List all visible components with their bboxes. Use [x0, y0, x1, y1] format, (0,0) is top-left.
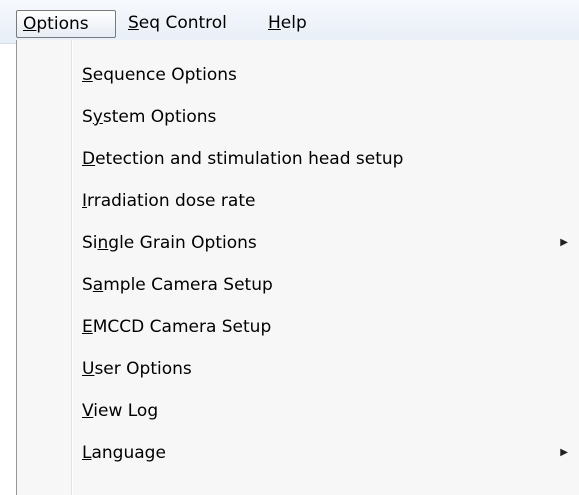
menu-item-user-options[interactable]: User Options [17, 348, 579, 390]
menu-item-system-options[interactable]: System Options [17, 96, 579, 138]
menu-item-single-grain-options[interactable]: Single Grain Options ▶ [17, 222, 579, 264]
menu-options-rest: ptions [36, 14, 89, 34]
menu-item-label: User Options [82, 359, 192, 379]
menu-item-label: Single Grain Options [82, 233, 257, 253]
submenu-arrow-icon: ▶ [560, 447, 568, 458]
menu-item-language[interactable]: Language ▶ [17, 432, 579, 474]
menu-item-label: Language [82, 443, 166, 463]
menu-item-label: View Log [82, 401, 159, 421]
menu-item-irradiation-dose-rate[interactable]: Irradiation dose rate [17, 180, 579, 222]
menu-options-mnemonic: O [23, 14, 37, 34]
menu-item-sample-camera-setup[interactable]: Sample Camera Setup [17, 264, 579, 306]
menu-item-label: Sequence Options [82, 65, 237, 85]
menu-options[interactable]: Options [16, 10, 116, 38]
menu-item-label: EMCCD Camera Setup [82, 317, 272, 337]
menu-item-label: Sample Camera Setup [82, 275, 273, 295]
menu-item-label: Detection and stimulation head setup [82, 149, 404, 169]
menu-item-emccd-camera-setup[interactable]: EMCCD Camera Setup [17, 306, 579, 348]
menu-seq-control-rest: eq Control [138, 13, 227, 33]
menu-help-mnemonic: H [268, 13, 281, 33]
options-dropdown-menu: Sequence Options System Options Detection … [16, 40, 579, 495]
menu-item-label: System Options [82, 107, 217, 127]
menu-item-sequence-options[interactable]: Sequence Options [17, 54, 579, 96]
menu-seq-control-mnemonic: S [128, 13, 139, 33]
menu-item-detection-and-stimulation-head-setup[interactable]: Detection and stimulation head setup [17, 138, 579, 180]
menu-item-label: Irradiation dose rate [82, 191, 256, 211]
menu-seq-control[interactable]: Seq Control [122, 10, 233, 38]
menu-bar: Options Seq Control Help [0, 0, 579, 44]
menu-help[interactable]: Help [262, 10, 313, 38]
submenu-arrow-icon: ▶ [560, 237, 568, 248]
menu-help-rest: elp [280, 13, 307, 33]
menu-item-view-log[interactable]: View Log [17, 390, 579, 432]
